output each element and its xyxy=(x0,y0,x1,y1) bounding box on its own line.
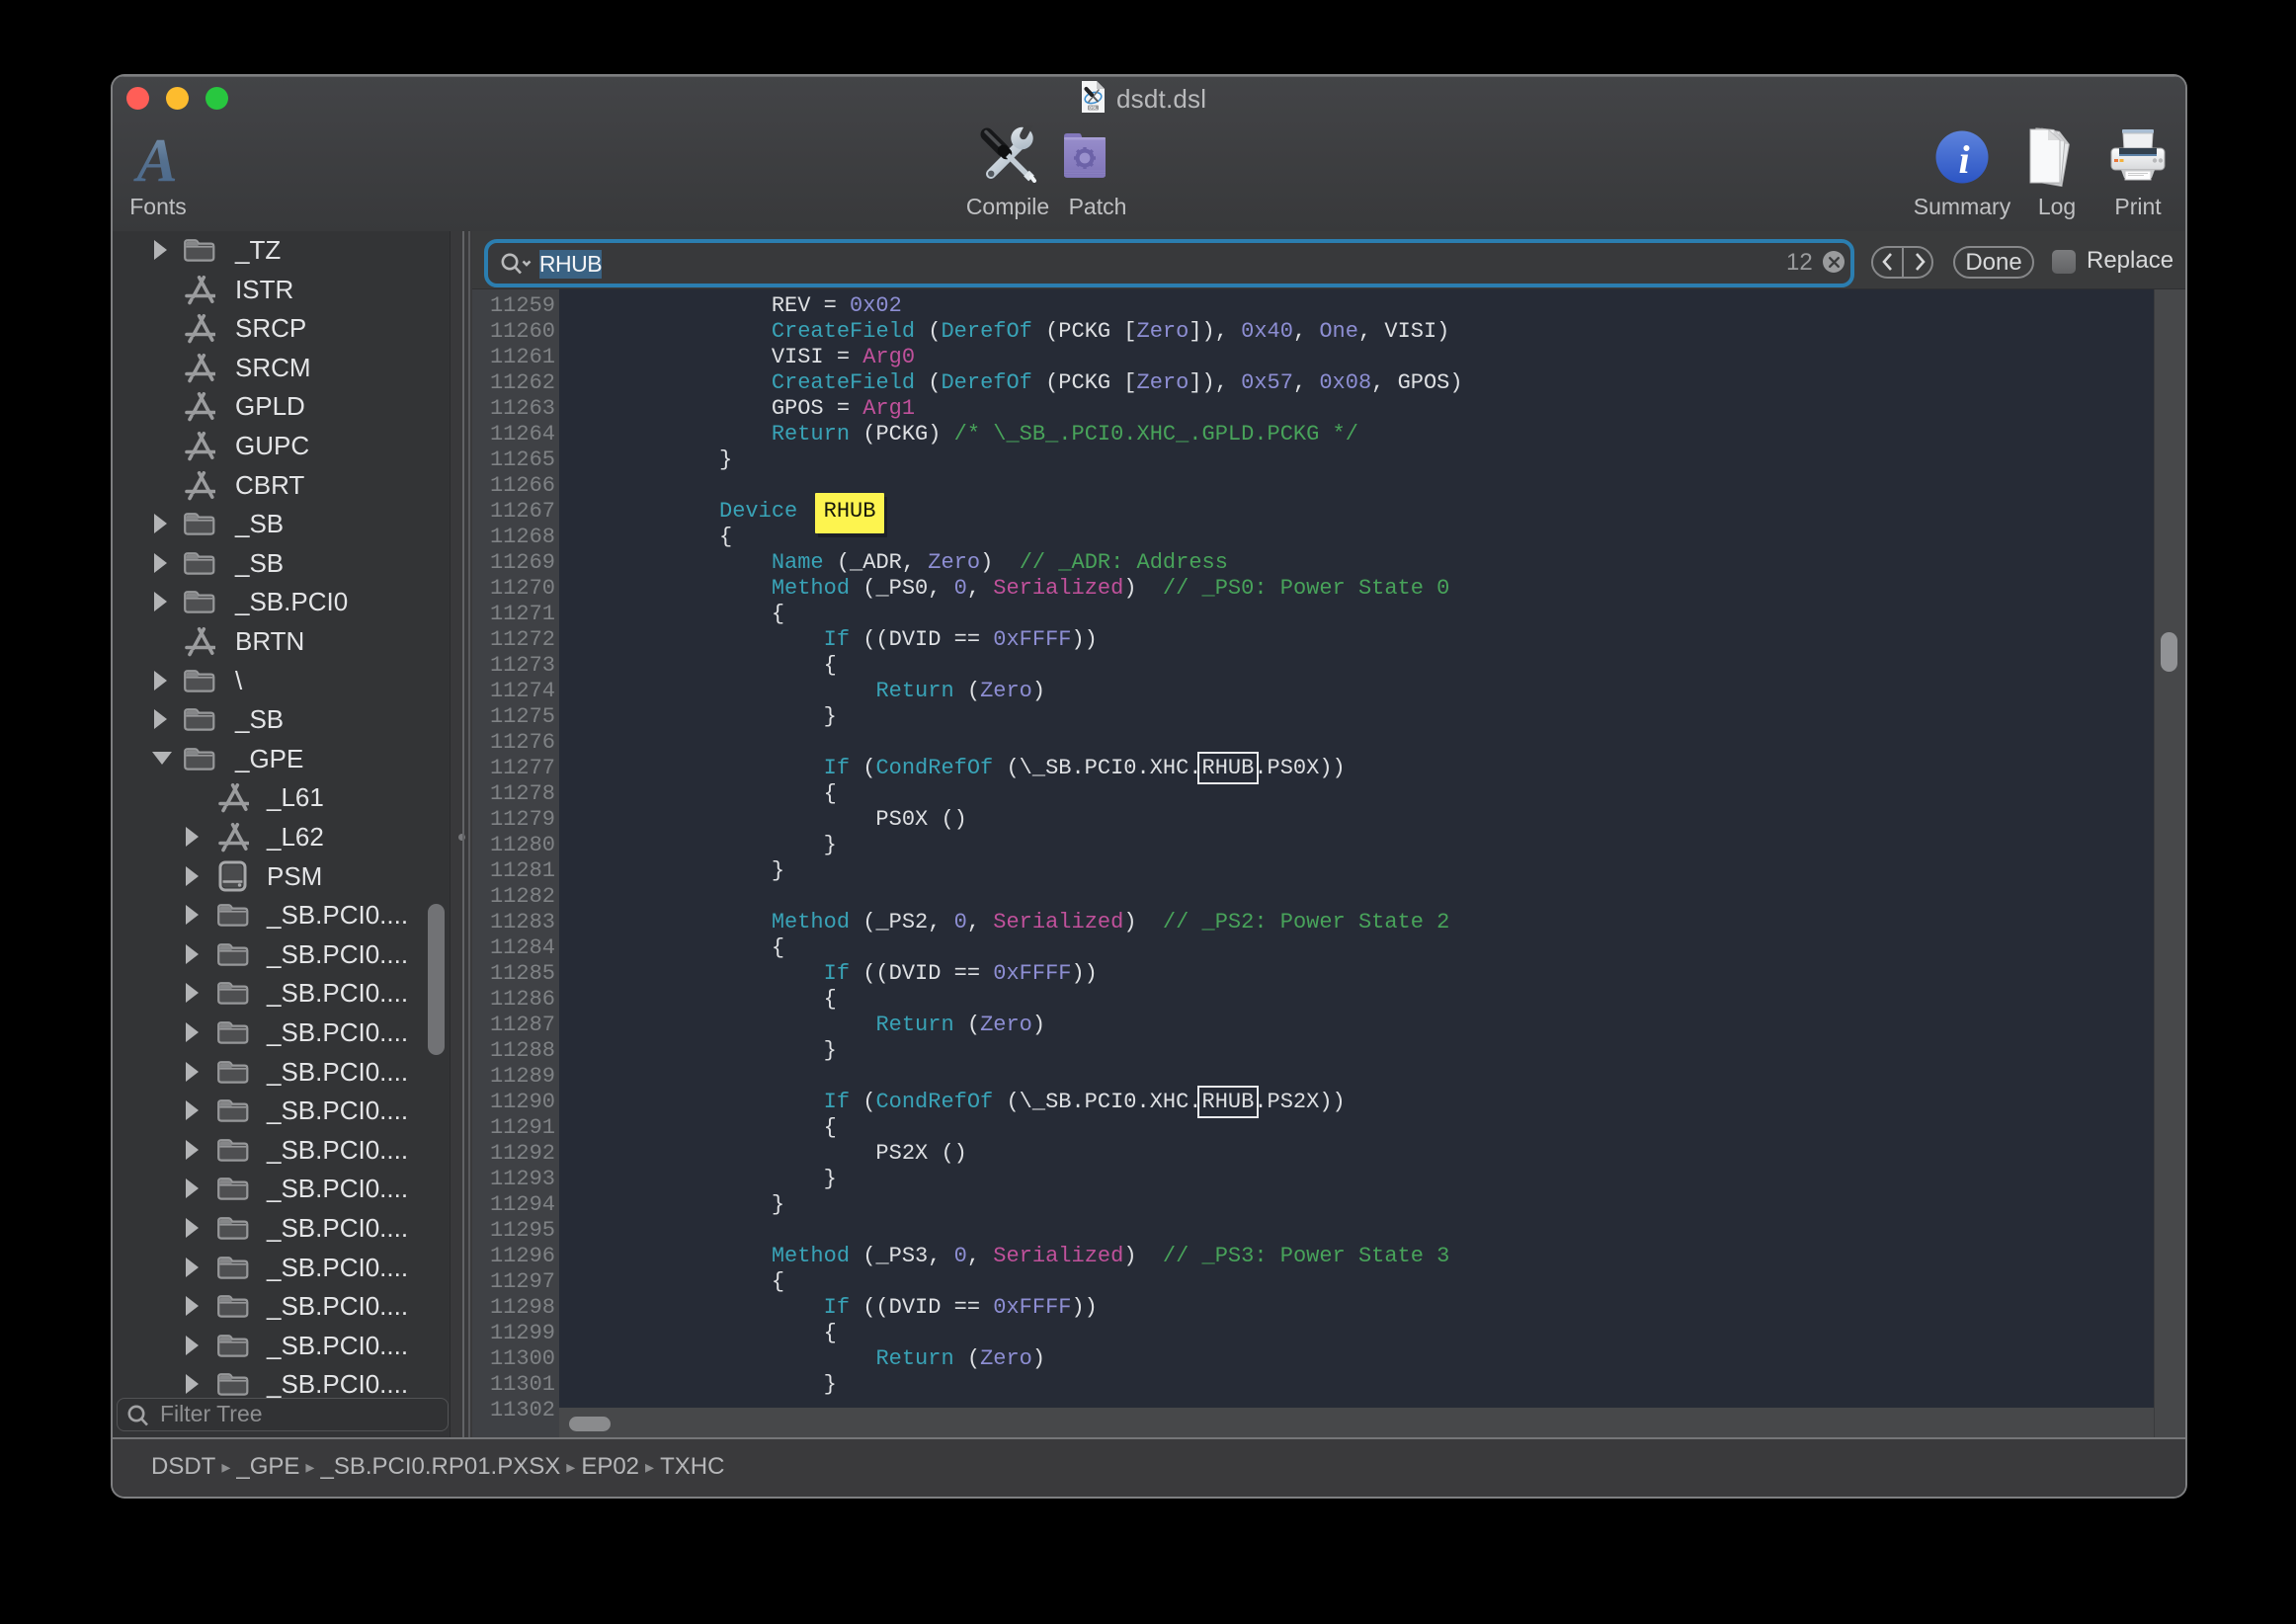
svg-text:DSL: DSL xyxy=(1089,106,1098,111)
svg-text:A: A xyxy=(133,131,178,183)
svg-text:i: i xyxy=(1958,137,1969,182)
